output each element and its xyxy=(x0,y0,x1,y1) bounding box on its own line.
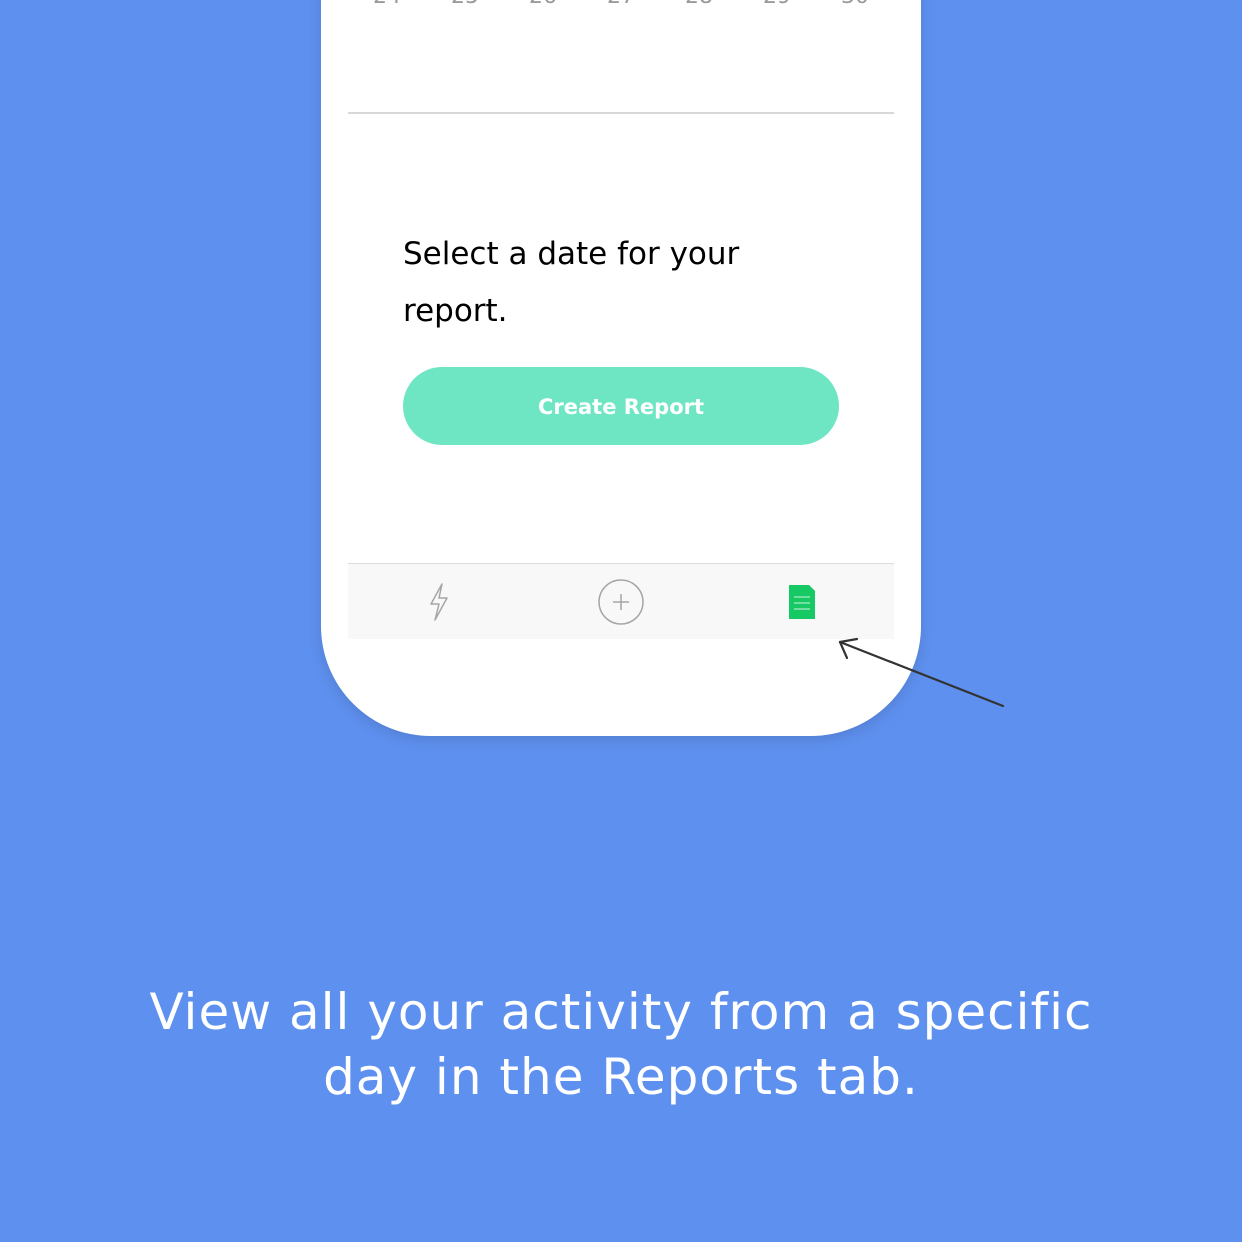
plus-circle-icon xyxy=(598,578,644,625)
caption-line: View all your activity from a specific xyxy=(149,983,1093,1041)
calendar-divider xyxy=(348,112,894,114)
calendar-week-row: 24 25 26 27 28 29 30 xyxy=(321,0,921,16)
calendar-day[interactable]: 27 xyxy=(591,0,651,8)
phone-screen: 24 25 26 27 28 29 30 Select a date for y… xyxy=(321,0,921,736)
tab-reports[interactable] xyxy=(767,564,837,639)
calendar-day[interactable]: 24 xyxy=(357,0,417,8)
promo-caption: View all your activity from a specific d… xyxy=(0,980,1242,1110)
calendar-day[interactable]: 26 xyxy=(513,0,573,8)
report-prompt-text: Select a date for your report. xyxy=(403,236,740,329)
lightning-icon xyxy=(430,582,448,621)
report-document-icon xyxy=(789,584,815,619)
bottom-tab-bar xyxy=(348,563,894,639)
tab-add[interactable] xyxy=(586,564,656,639)
calendar-day[interactable]: 29 xyxy=(747,0,807,8)
create-report-button[interactable]: Create Report xyxy=(403,367,839,445)
caption-line: day in the Reports tab. xyxy=(323,1048,919,1106)
tab-activity[interactable] xyxy=(404,564,474,639)
pointer-arrow-annotation xyxy=(838,637,1005,708)
calendar-day[interactable]: 30 xyxy=(825,0,885,8)
calendar-day[interactable]: 28 xyxy=(669,0,729,8)
calendar-day[interactable]: 25 xyxy=(435,0,495,8)
